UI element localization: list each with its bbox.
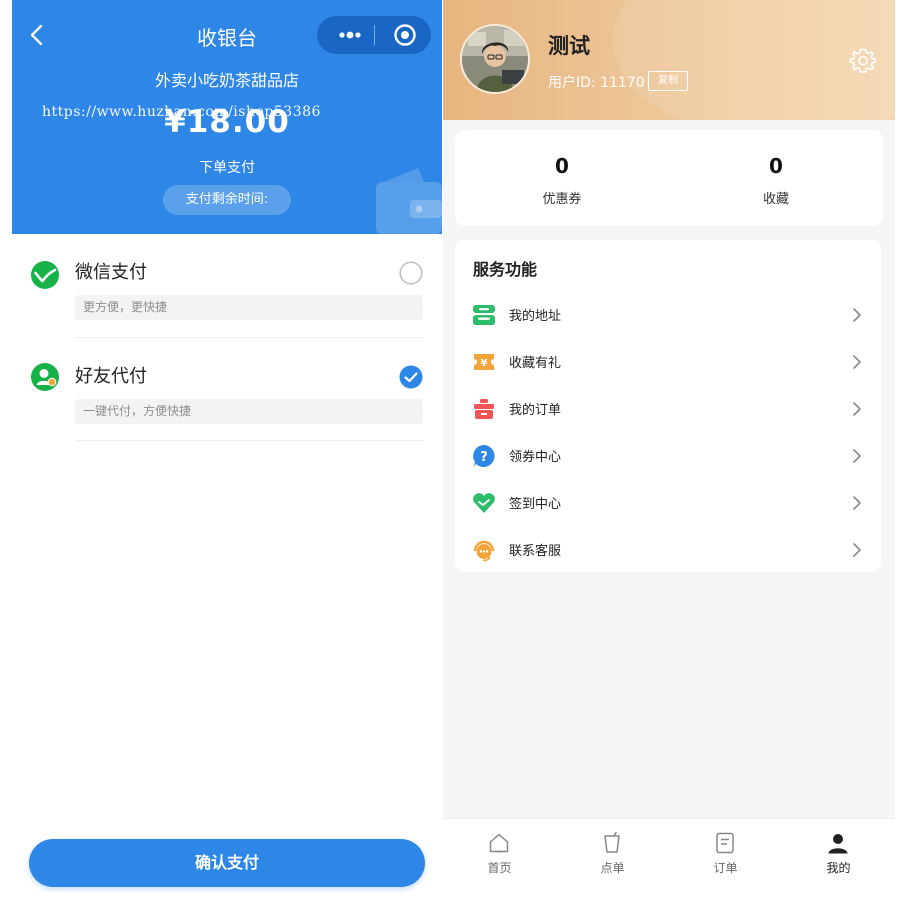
- svg-text:?: ?: [480, 450, 488, 465]
- shop-name: 外卖小吃奶茶甜品店: [154, 71, 299, 90]
- watermark-url: https://www.huzhan.com/ishop53386: [42, 104, 321, 120]
- tab-label: 点单: [600, 861, 625, 875]
- stats-card: 0 优惠券 0 收藏: [455, 130, 883, 226]
- payment-option-desc: 更方便，更快捷: [75, 295, 423, 320]
- payment-option-desc: 一键代付，方便快捷: [75, 399, 423, 424]
- friend-pay-icon: [31, 363, 59, 391]
- service-card: 服务功能 我的地址 ¥ 收藏有礼 我的订单 ? 领券中心 签到中心 联系客服: [455, 240, 881, 572]
- service-item-label: 收藏有礼: [509, 356, 562, 371]
- chevron-right-icon: [853, 402, 861, 416]
- tab-mine[interactable]: 我的: [782, 819, 895, 900]
- more-dots-icon: [339, 31, 361, 39]
- profile-header: 测试 用户ID: 11170 复制: [443, 0, 895, 120]
- chevron-right-icon: [853, 308, 861, 322]
- chevron-right-icon: [853, 496, 861, 510]
- tab-orders[interactable]: 订单: [669, 819, 782, 900]
- payment-option-name: 微信支付: [75, 262, 147, 283]
- profile-screen: 测试 用户ID: 11170 复制 0 优惠券 0 收藏 服务功能 我的地址 ¥…: [443, 0, 895, 900]
- payment-option-friend[interactable]: 好友代付 一键代付，方便快捷: [12, 352, 442, 442]
- service-item-address[interactable]: 我的地址: [455, 291, 881, 337]
- service-item-my-orders[interactable]: 我的订单: [455, 385, 881, 431]
- option-divider: [75, 337, 423, 338]
- tab-label: 首页: [487, 861, 512, 875]
- service-item-collect-gift[interactable]: ¥ 收藏有礼: [455, 338, 881, 384]
- service-item-label: 联系客服: [509, 544, 562, 559]
- target-circle-icon: [394, 24, 416, 46]
- favorites-label: 收藏: [762, 192, 789, 207]
- copy-id-button[interactable]: 复制: [648, 71, 688, 91]
- service-item-label: 我的订单: [509, 403, 562, 418]
- payment-option-name: 好友代付: [75, 366, 147, 387]
- coupon-stat[interactable]: 0 优惠券: [455, 130, 669, 226]
- chevron-right-icon: [853, 449, 861, 463]
- favorites-stat[interactable]: 0 收藏: [669, 130, 883, 226]
- radio-unchecked-icon[interactable]: [399, 261, 423, 285]
- more-button[interactable]: [327, 16, 373, 54]
- service-item-label: 签到中心: [509, 497, 562, 512]
- mini-program-capsule: [317, 16, 431, 54]
- coupon-label: 优惠券: [542, 192, 582, 207]
- service-item-label: 领券中心: [509, 450, 562, 465]
- favorites-count: 0: [769, 154, 783, 178]
- chevron-right-icon: [853, 355, 861, 369]
- profile-icon: [828, 834, 848, 854]
- option-divider: [75, 440, 423, 441]
- tab-menu[interactable]: 点单: [556, 819, 669, 900]
- tab-label: 订单: [713, 861, 738, 875]
- help-bubble-icon: ?: [473, 445, 495, 467]
- customer-service-icon: [473, 540, 495, 562]
- radio-checked-icon[interactable]: [399, 365, 423, 389]
- chevron-right-icon: [853, 543, 861, 557]
- remaining-time-badge: 支付剩余时间:: [163, 185, 291, 215]
- user-id: 用户ID: 11170: [548, 75, 645, 91]
- screenshot-composite: 收银台 外卖小吃奶茶甜品店 ¥18.00 https://www.huzhan.: [0, 0, 900, 900]
- tab-label: 我的: [826, 861, 851, 875]
- service-section-title: 服务功能: [473, 260, 538, 279]
- confirm-pay-button[interactable]: 确认支付: [29, 839, 425, 887]
- svg-text:¥: ¥: [481, 358, 488, 369]
- service-item-coupon-center[interactable]: ? 领券中心: [455, 432, 881, 478]
- service-item-label: 我的地址: [509, 309, 562, 324]
- close-mini-program-button[interactable]: [387, 20, 423, 50]
- checkout-header: 收银台 外卖小吃奶茶甜品店 ¥18.00 https://www.huzhan.: [12, 0, 442, 234]
- home-icon: [489, 833, 509, 853]
- avatar[interactable]: [460, 24, 530, 94]
- capsule-divider: [374, 25, 375, 45]
- gift-coupon-icon: ¥: [474, 354, 494, 370]
- cup-icon: [604, 831, 620, 853]
- checkout-screen: 收银台 外卖小吃奶茶甜品店 ¥18.00 https://www.huzhan.: [12, 0, 442, 900]
- settings-button[interactable]: [848, 46, 878, 76]
- tab-home[interactable]: 首页: [443, 819, 556, 900]
- gear-icon: [849, 48, 877, 73]
- order-list-icon: [716, 832, 734, 854]
- service-item-check-in[interactable]: 签到中心: [455, 479, 881, 525]
- user-avatar-illustration-icon: [462, 26, 528, 92]
- order-box-icon: [474, 399, 494, 419]
- bottom-tab-bar: 首页 点单 订单 我的: [443, 818, 895, 900]
- wechat-pay-icon: [31, 261, 59, 289]
- user-name: 测试: [548, 34, 590, 58]
- address-icon: [473, 305, 495, 325]
- check-in-heart-icon: [473, 493, 495, 513]
- wallet-icon: [376, 168, 442, 234]
- coupon-count: 0: [555, 154, 569, 178]
- payment-option-wechat[interactable]: 微信支付 更方便，更快捷: [12, 248, 442, 338]
- service-item-customer-service[interactable]: 联系客服: [455, 526, 881, 572]
